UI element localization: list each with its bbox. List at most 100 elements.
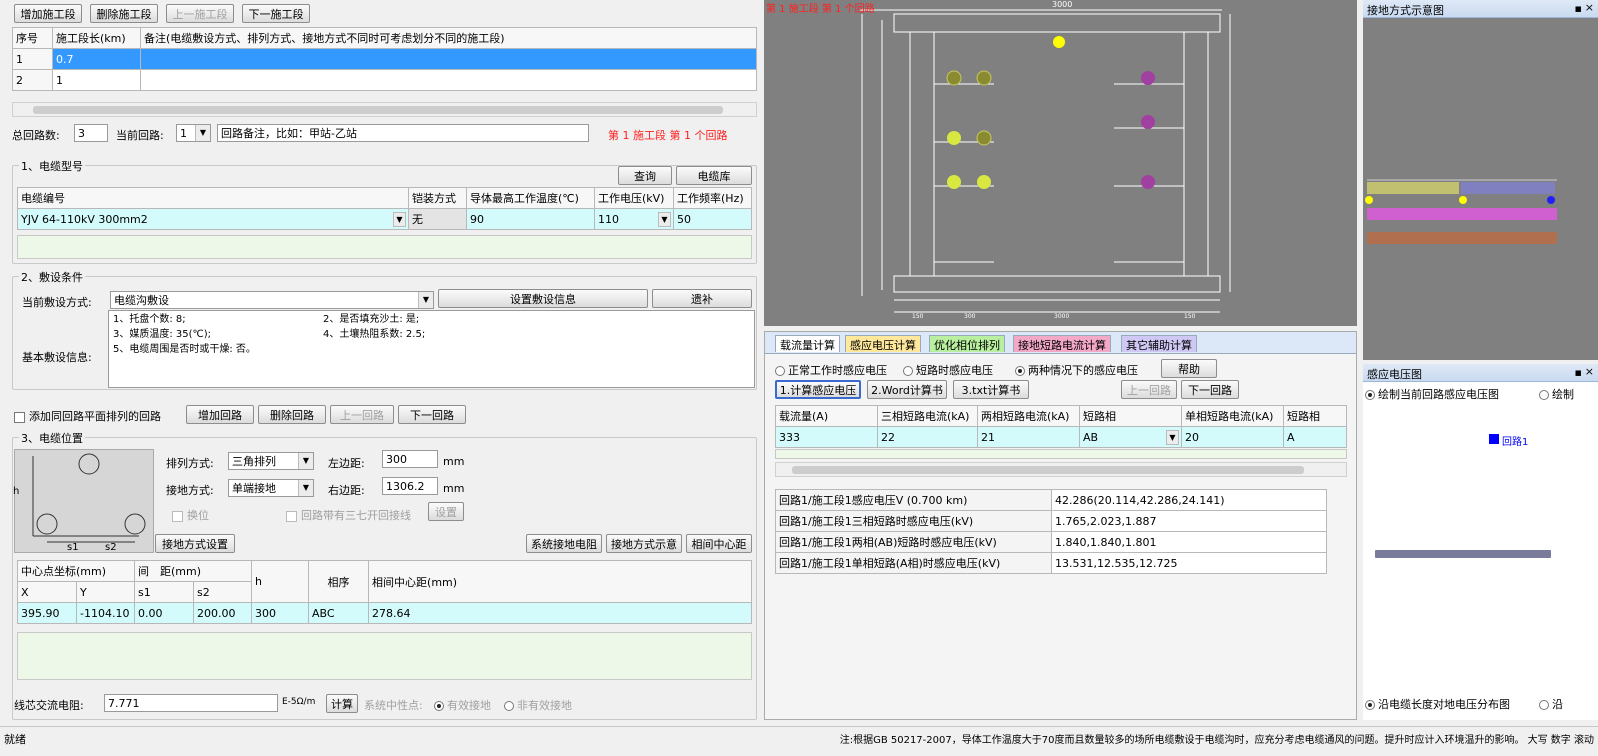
settings-button[interactable]: 设置 [428,502,464,521]
prev-circuit-button[interactable]: 上一回路 [330,405,394,424]
pin-icon[interactable]: ▪ [1575,366,1582,379]
result-label: 回路1/施工段1三相短路时感应电压(kV) [775,510,1052,532]
cable-library-button[interactable]: 电缆库 [676,166,752,185]
draw-current-radio[interactable]: 绘制当前回路感应电压图 [1365,386,1499,402]
table-cell[interactable] [140,48,757,70]
svg-text:3000: 3000 [1054,313,1069,320]
result-label: 回路1/施工段1单相短路(A相)时感应电压(kV) [775,552,1052,574]
ground-settings-button[interactable]: 接地方式设置 [155,534,235,553]
table-row[interactable]: 333 22 21 AB ▼ 20 A [775,426,1347,448]
diagram-s1-label: s1 [67,542,79,553]
right-margin-input[interactable]: 1306.2 [382,477,438,495]
ground-method-diagram-button[interactable]: 接地方式示意 [606,534,682,553]
ac-resistance-input[interactable]: 7.771 [104,694,278,712]
table-cell[interactable]: 300 [251,602,310,624]
table-header: 导体最高工作温度(℃) [466,187,595,209]
ground-method-select[interactable]: 单端接地 ▼ [228,479,314,497]
chevron-down-icon: ▼ [418,292,433,308]
set-laying-info-button[interactable]: 设置敷设信息 [438,289,648,308]
table-cell[interactable]: 20 [1181,426,1284,448]
left-margin-unit: mm [443,455,465,468]
circuit-note-input[interactable]: 回路备注，比如：甲站-乙站 [217,124,589,142]
effective-ground-radio[interactable]: 有效接地 [434,697,491,713]
tab-other-calc[interactable]: 其它辅助计算 [1121,335,1197,352]
length-distribution-radio[interactable]: 沿电缆长度对地电压分布图 [1365,696,1510,712]
voltage-cell[interactable]: 110 ▼ [594,208,674,230]
threephase-checkbox[interactable]: 回路带有三七开回接线 [286,507,411,523]
advanced-button[interactable]: 遗补 [652,289,752,308]
table-row[interactable]: YJV 64-110kV 300mm2 ▼ 无 90 110 ▼ 50 [17,208,752,230]
table-row[interactable]: 395.90 -1104.10 0.00 200.00 300 ABC 278.… [17,602,752,624]
cable-drawing-canvas[interactable]: 第 1 施工段 第 1 个回路 3000 150 300 3000 150 [764,0,1357,326]
table-row[interactable]: 2 1 [12,69,757,91]
right-margin-label: 右边距: [328,484,365,497]
current-circuit-select[interactable]: 1 ▼ [176,124,211,142]
neutral-label: 系统中性点: [364,699,423,712]
tab-ground-fault[interactable]: 接地短路电流计算 [1013,335,1111,352]
table-header: 短路相 [1283,405,1347,427]
delete-circuit-button[interactable]: 删除回路 [258,405,326,424]
txt-report-button[interactable]: 3.txt计算书 [953,380,1029,399]
tab-induced-voltage[interactable]: 感应电压计算 [845,335,921,352]
current-table-empty [775,449,1347,459]
next-circuit-button[interactable]: 下一回路 [398,405,466,424]
add-section-button[interactable]: 增加施工段 [14,4,82,23]
tab-ampacity[interactable]: 载流量计算 [775,335,840,352]
pin-icon[interactable]: ▪ [1575,2,1582,15]
table-cell[interactable]: 200.00 [193,602,253,624]
short-phase-cell[interactable]: AB ▼ [1079,426,1182,448]
delete-section-button[interactable]: 删除施工段 [90,4,158,23]
calculate-button[interactable]: 计算 [326,694,358,713]
prev-section-button[interactable]: 上一施工段 [166,4,234,23]
table-cell[interactable]: 1 [52,69,141,91]
system-ground-resistance-button[interactable]: 系统接地电阻 [526,534,602,553]
arrange-select[interactable]: 三角排列 ▼ [228,452,314,470]
cable-number-cell[interactable]: YJV 64-110kV 300mm2 ▼ [17,208,409,230]
table-cell[interactable]: 0.00 [134,602,195,624]
table-cell[interactable]: 333 [775,426,878,448]
draw-other-radio[interactable]: 绘制 [1539,386,1574,402]
table-cell[interactable]: -1104.10 [75,602,136,624]
left-margin-input[interactable]: 300 [382,450,438,468]
table-header: 相序 [308,560,370,603]
total-circuits-input[interactable]: 3 [74,124,108,142]
transpose-checkbox[interactable]: 换位 [172,507,209,523]
calc-next-circuit-button[interactable]: 下一回路 [1181,380,1239,399]
query-button[interactable]: 查询 [618,166,672,185]
table-row[interactable]: 1 0.7 [12,48,757,70]
ac-resistance-label: 线芯交流电阻: [14,699,84,712]
next-section-button[interactable]: 下一施工段 [242,4,310,23]
calc-panel: 载流量计算 感应电压计算 优化相位排列 接地短路电流计算 其它辅助计算 正常工作… [764,331,1357,720]
noneffective-ground-radio[interactable]: 非有效接地 [504,697,572,713]
table-cell[interactable]: 21 [977,426,1080,448]
word-report-button[interactable]: 2.Word计算书 [867,380,947,399]
temp-cell[interactable]: 90 [466,208,595,230]
chevron-down-icon: ▼ [393,212,406,227]
section-table-scrollbar[interactable] [12,102,757,117]
normal-voltage-radio[interactable]: 正常工作时感应电压 [775,362,887,378]
table-cell[interactable] [140,69,757,91]
frequency-cell[interactable]: 50 [673,208,752,230]
position-table-empty-area [17,632,752,680]
table-cell[interactable]: 0.7 [52,48,141,70]
calc-prev-circuit-button[interactable]: 上一回路 [1121,380,1177,399]
table-cell[interactable]: 395.90 [17,602,77,624]
basic-info-box[interactable]: 1、托盘个数: 8; 2、是否填充沙土: 是; 3、媒质温度: 35(℃); 4… [108,310,755,388]
table-cell[interactable]: ABC [308,602,370,624]
add-circuit-button[interactable]: 增加回路 [186,405,254,424]
add-same-plane-checkbox[interactable]: 添加同回路平面排列的回路 [14,408,161,424]
table-cell[interactable]: A [1283,426,1347,448]
close-icon[interactable]: × [1585,365,1594,378]
info-line: 2、是否填充沙土: 是; [323,314,420,325]
along-radio[interactable]: 沿 [1539,696,1563,712]
tab-phase-optimize[interactable]: 优化相位排列 [929,335,1005,352]
help-button[interactable]: 帮助 [1161,359,1217,378]
current-table-scrollbar[interactable] [775,462,1347,477]
calc-voltage-button[interactable]: 1.计算感应电压 [775,380,861,399]
laying-method-select[interactable]: 电缆沟敷设 ▼ [110,291,434,309]
both-voltage-radio[interactable]: 两种情况下的感应电压 [1015,362,1138,378]
phase-distance-button[interactable]: 相间中心距 [686,534,752,553]
table-cell[interactable]: 22 [877,426,978,448]
close-icon[interactable]: × [1585,1,1594,14]
short-circuit-voltage-radio[interactable]: 短路时感应电压 [903,362,993,378]
